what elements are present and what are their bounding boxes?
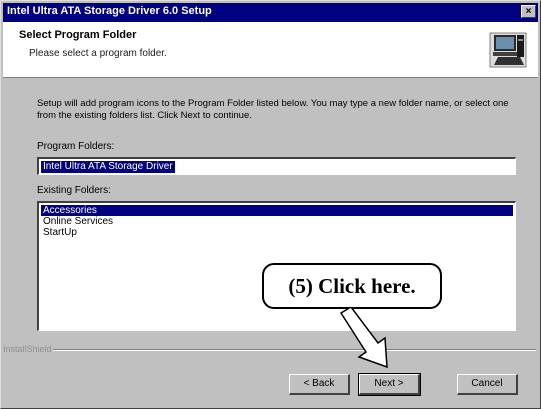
- folder-item-accessories[interactable]: Accessories: [41, 205, 513, 216]
- existing-folders-label: Existing Folders:: [37, 185, 111, 196]
- cancel-button[interactable]: Cancel: [457, 374, 518, 395]
- installshield-brand: InstallShield: [3, 344, 52, 354]
- close-button[interactable]: ×: [521, 5, 536, 18]
- folder-item-startup[interactable]: StartUp: [41, 227, 513, 238]
- next-button[interactable]: Next >: [358, 373, 421, 396]
- wizard-header: Select Program Folder Please select a pr…: [3, 22, 538, 78]
- page-subtitle: Please select a program folder.: [29, 48, 167, 59]
- folder-item-online-services[interactable]: Online Services: [41, 216, 513, 227]
- program-folder-label: Program Folders:: [37, 141, 115, 152]
- footer-divider: [53, 349, 536, 351]
- page-title: Select Program Folder: [19, 29, 137, 41]
- instruction-text: Setup will add program icons to the Prog…: [37, 98, 509, 121]
- setup-window: Intel Ultra ATA Storage Driver 6.0 Setup…: [0, 0, 541, 409]
- title-bar[interactable]: Intel Ultra ATA Storage Driver 6.0 Setup…: [3, 3, 538, 22]
- window-title: Intel Ultra ATA Storage Driver 6.0 Setup: [7, 5, 212, 17]
- back-button[interactable]: < Back: [289, 374, 350, 395]
- instruction-callout: (5) Click here.: [262, 263, 442, 309]
- computer-setup-icon: [489, 32, 527, 68]
- arrow-pointing-to-next-button: [339, 307, 388, 369]
- program-folder-value[interactable]: Intel Ultra ATA Storage Driver: [41, 161, 175, 173]
- program-folder-field[interactable]: Intel Ultra ATA Storage Driver: [37, 157, 516, 175]
